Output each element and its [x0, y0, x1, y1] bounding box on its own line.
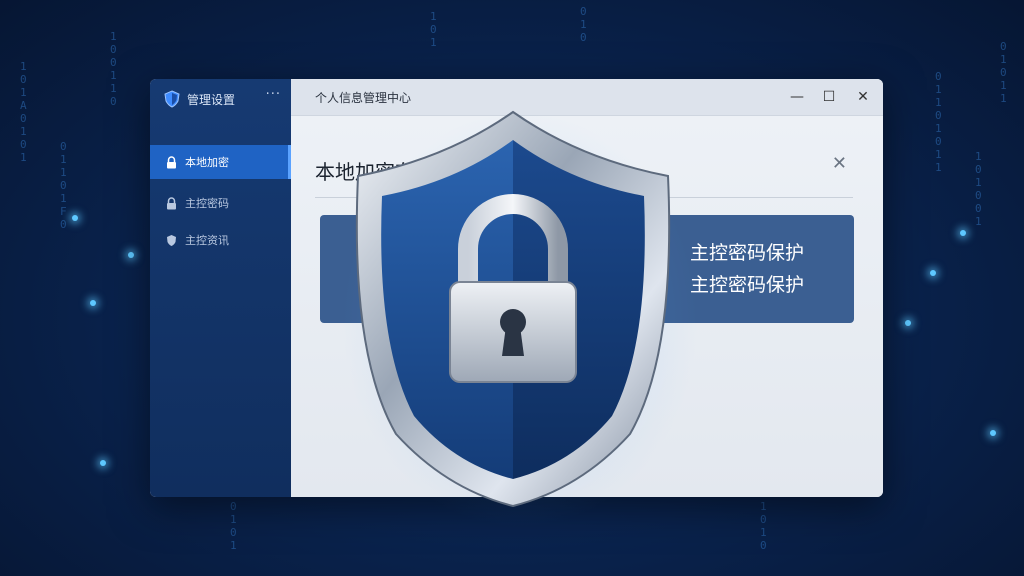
sidebar: 管理设置 ··· 本地加密 主控密码 主控资讯	[150, 79, 291, 497]
app-name: 管理设置	[187, 92, 236, 107]
close-button[interactable]: ✕	[853, 87, 873, 107]
shield-icon	[167, 234, 176, 246]
sidebar-item-label: 主控密码	[185, 197, 229, 210]
sidebar-item-label: 本地加密	[185, 156, 229, 169]
minimize-button[interactable]: —	[787, 87, 807, 107]
app-brand: 管理设置	[164, 89, 235, 109]
sidebar-item-local-encryption[interactable]: 本地加密	[150, 145, 291, 179]
security-shield-lock-icon	[355, 110, 671, 508]
lock-icon	[167, 196, 176, 209]
shield-logo-icon	[164, 90, 180, 108]
ellipsis-icon[interactable]: ···	[266, 87, 281, 102]
panel-close-icon[interactable]: ✕	[832, 153, 847, 174]
sidebar-item-master-info[interactable]: 主控资讯	[150, 223, 291, 257]
sidebar-item-label: 主控资讯	[185, 234, 229, 247]
lock-icon	[167, 155, 176, 168]
sidebar-item-master-password[interactable]: 主控密码	[150, 186, 291, 220]
maximize-button[interactable]: ☐	[819, 87, 839, 107]
